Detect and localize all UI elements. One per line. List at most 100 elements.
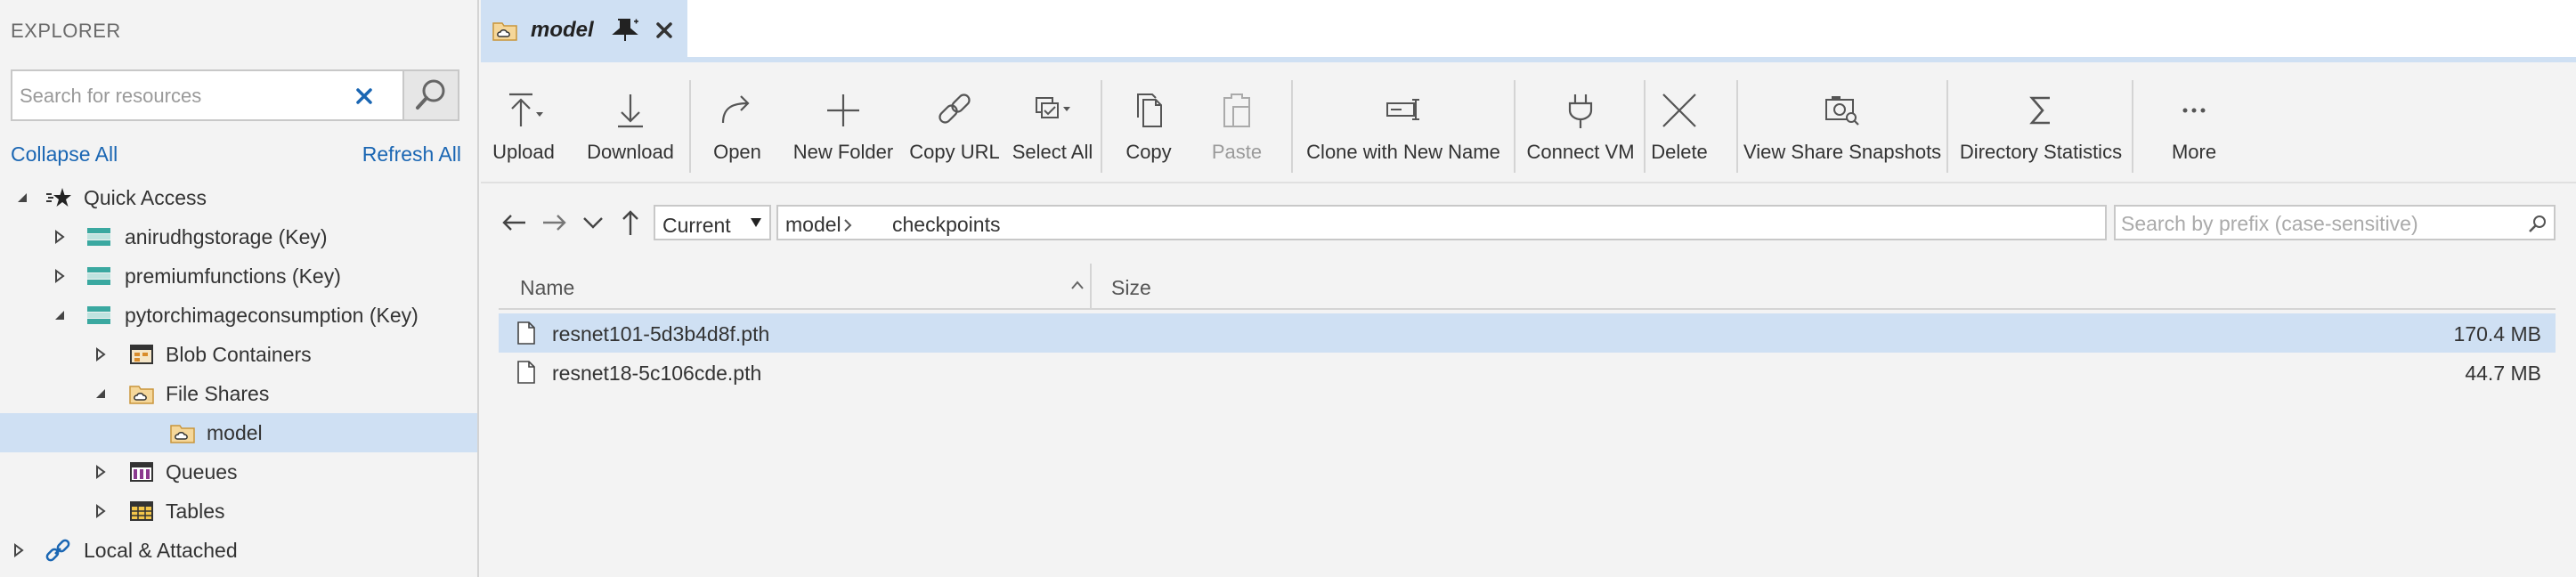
tree-item-blob-containers[interactable]: Blob Containers — [0, 335, 477, 374]
caret-down-icon — [751, 218, 761, 227]
file-share-icon — [492, 22, 517, 41]
tree-item-anirudhgstorage[interactable]: anirudhgstorage (Key) — [0, 217, 477, 256]
explorer-sidebar: EXPLORER Collapse All Refresh All Quick … — [0, 0, 479, 577]
chevron-down-icon[interactable] — [577, 207, 609, 239]
table-row[interactable]: resnet18-5c106cde.pth 44.7 MB — [499, 353, 2556, 392]
column-header-name[interactable]: Name — [499, 264, 1092, 308]
select-all-label: Select All — [1012, 141, 1093, 163]
clone-icon — [1386, 99, 1419, 120]
directory-statistics-button[interactable]: Directory Statistics — [1954, 68, 2128, 183]
open-label: Open — [713, 141, 761, 163]
view-share-snapshots-label: View Share Snapshots — [1743, 141, 1942, 163]
upload-button[interactable]: Upload — [490, 68, 557, 183]
file-name: resnet101-5d3b4d8f.pth — [552, 322, 770, 345]
paste-label: Paste — [1211, 141, 1263, 163]
more-label: More — [2171, 141, 2217, 163]
path-breadcrumb[interactable]: model checkpoints — [776, 205, 2107, 240]
collapse-all-link[interactable]: Collapse All — [11, 142, 118, 167]
queues-icon — [130, 462, 153, 482]
chevron-expanded-icon[interactable] — [52, 307, 68, 323]
close-icon[interactable] — [654, 20, 675, 41]
up-arrow-icon[interactable] — [614, 207, 646, 239]
back-arrow-icon[interactable] — [499, 207, 531, 239]
tree-item-label: Quick Access — [84, 186, 207, 209]
file-size: 170.4 MB — [2453, 322, 2541, 345]
copy-icon — [1137, 93, 1162, 127]
tree-item-label: Blob Containers — [166, 343, 312, 366]
prefix-search-input[interactable] — [2121, 212, 2513, 235]
copy-url-label: Copy URL — [909, 141, 1000, 163]
file-icon — [517, 321, 535, 345]
connect-vm-button[interactable]: Connect VM — [1521, 68, 1640, 183]
file-icon — [517, 361, 535, 384]
column-header-size[interactable]: Size — [1111, 276, 1151, 300]
tree-item-label: Queues — [166, 460, 238, 484]
view-mode-dropdown[interactable]: Current — [654, 205, 771, 240]
forward-arrow-icon[interactable] — [538, 207, 570, 239]
link-icon — [939, 93, 971, 124]
breadcrumb-item[interactable]: model — [785, 213, 841, 237]
paste-icon — [1223, 93, 1250, 127]
more-button[interactable]: More — [2137, 68, 2251, 183]
chevron-right-icon[interactable] — [93, 503, 109, 519]
copy-url-button[interactable]: Copy URL — [905, 68, 1004, 183]
chevron-right-icon[interactable] — [11, 542, 27, 558]
view-share-snapshots-button[interactable]: View Share Snapshots — [1743, 68, 1941, 183]
chevron-right-icon[interactable] — [52, 268, 68, 284]
file-size: 44.7 MB — [2465, 362, 2541, 385]
breadcrumb-item[interactable]: checkpoints — [892, 213, 1000, 237]
toolbar-separator — [1736, 80, 1738, 173]
tree-item-quick-access[interactable]: Quick Access — [0, 178, 477, 217]
tree-item-model[interactable]: model — [0, 413, 477, 452]
select-all-button[interactable]: Select All — [1008, 68, 1097, 183]
more-icon — [2182, 108, 2206, 113]
search-button[interactable] — [402, 69, 459, 121]
delete-label: Delete — [1651, 141, 1708, 163]
quick-access-icon — [46, 188, 71, 207]
file-shares-icon — [129, 386, 154, 404]
connect-vm-label: Connect VM — [1526, 141, 1635, 163]
chevron-right-icon[interactable] — [52, 229, 68, 245]
resource-search-input[interactable] — [20, 80, 358, 112]
explorer-title: EXPLORER — [11, 20, 121, 42]
link-icon — [45, 539, 70, 562]
file-share-icon — [170, 425, 195, 443]
refresh-all-link[interactable]: Refresh All — [362, 142, 461, 167]
search-icon[interactable] — [2527, 213, 2548, 234]
toolbar-separator — [1644, 80, 1646, 173]
tab-model[interactable]: model — [481, 0, 687, 62]
delete-button[interactable]: Delete — [1651, 68, 1708, 183]
tree-item-pytorchimageconsumption[interactable]: pytorchimageconsumption (Key) — [0, 296, 477, 335]
tab-bar: model — [481, 0, 2576, 62]
paste-button[interactable]: Paste — [1206, 68, 1268, 183]
tree-item-queues[interactable]: Queues — [0, 452, 477, 492]
tab-label: model — [531, 18, 594, 42]
tree-item-local-attached[interactable]: Local & Attached — [0, 531, 477, 570]
select-all-icon — [1036, 97, 1070, 118]
download-icon — [618, 94, 643, 128]
new-folder-button[interactable]: New Folder — [789, 68, 898, 183]
resource-search-box — [11, 69, 407, 121]
column-header-label: Name — [520, 276, 575, 299]
prefix-search-box — [2114, 205, 2556, 240]
table-row[interactable]: resnet101-5d3b4d8f.pth 170.4 MB — [499, 313, 2556, 353]
blob-containers-icon — [130, 345, 153, 364]
new-folder-label: New Folder — [792, 141, 894, 163]
plus-icon — [827, 94, 859, 126]
tables-icon — [130, 501, 153, 521]
pin-icon[interactable] — [611, 16, 641, 43]
toolbar-separator — [1101, 80, 1102, 173]
clone-button[interactable]: Clone with New Name — [1298, 68, 1508, 183]
chevron-right-icon[interactable] — [93, 464, 109, 480]
chevron-right-icon[interactable] — [93, 346, 109, 362]
download-label: Download — [587, 141, 674, 163]
copy-button[interactable]: Copy — [1115, 68, 1182, 183]
tree-item-tables[interactable]: Tables — [0, 492, 477, 531]
open-button[interactable]: Open — [703, 68, 771, 183]
download-button[interactable]: Download — [586, 68, 675, 183]
tree-item-premiumfunctions[interactable]: premiumfunctions (Key) — [0, 256, 477, 296]
tree-item-file-shares[interactable]: File Shares — [0, 374, 477, 413]
chevron-expanded-icon[interactable] — [93, 386, 109, 402]
clear-icon[interactable] — [348, 80, 380, 112]
chevron-expanded-icon[interactable] — [14, 190, 30, 206]
